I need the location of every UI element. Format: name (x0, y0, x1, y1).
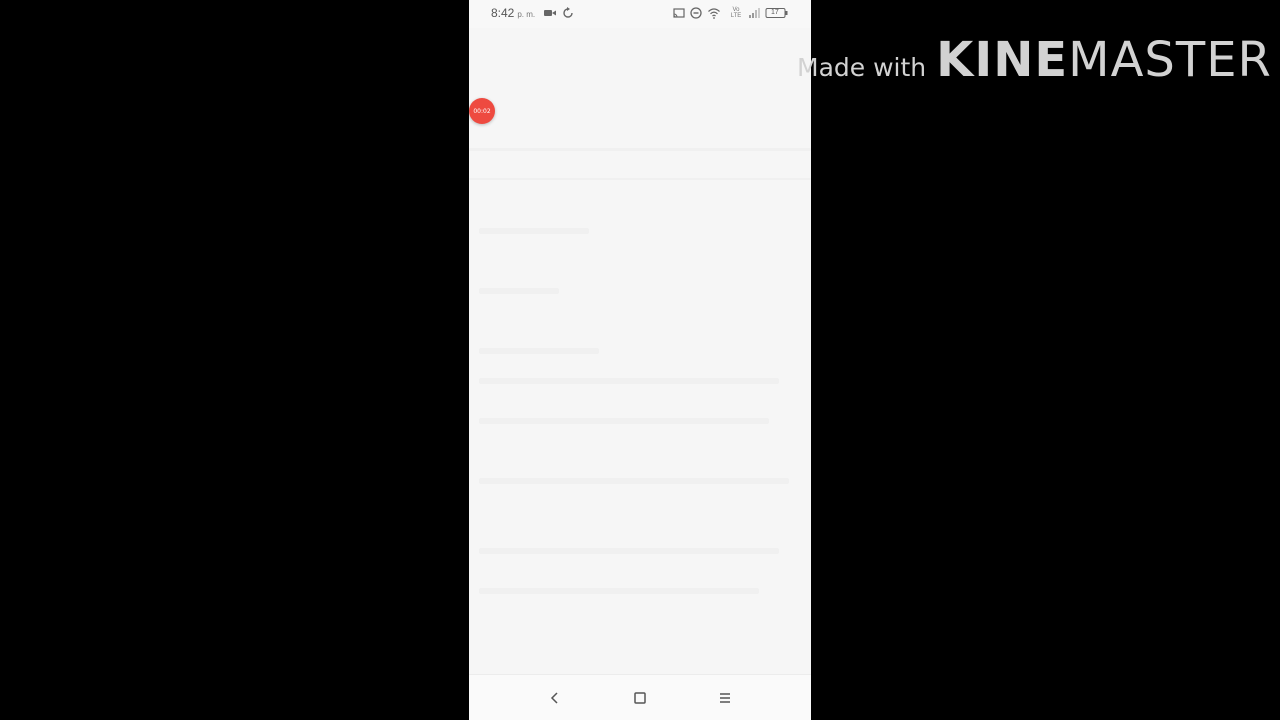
faint-text-line (479, 588, 759, 594)
video-camera-icon (543, 6, 557, 20)
volte-icon: Vo LTE (730, 7, 742, 19)
wifi-icon (707, 6, 721, 20)
status-ampm: p. m. (517, 10, 536, 19)
signal-icon (747, 6, 761, 20)
faint-text-line (479, 418, 769, 424)
phone-screen: 8:42 p. m. Vo LTE 17 00:02 (469, 0, 811, 720)
watermark-brand-bold: KINE (936, 32, 1069, 88)
faint-text-line (479, 548, 779, 554)
faint-text-line (479, 378, 779, 384)
video-frame: 8:42 p. m. Vo LTE 17 00:02 Made with KIN… (0, 0, 1280, 720)
kinemaster-watermark: Made with KINE MASTER (797, 28, 1272, 88)
faint-text-line (479, 348, 599, 354)
faint-text-line (479, 288, 559, 294)
navigation-bar (469, 674, 811, 720)
faint-text-line (479, 478, 789, 484)
faint-divider (469, 148, 811, 151)
menu-icon[interactable] (715, 688, 735, 708)
status-bar: 8:42 p. m. Vo LTE 17 (469, 0, 811, 28)
cast-icon (672, 6, 686, 20)
status-clock: 8:42 p. m. (491, 6, 535, 20)
battery-icon: 17 (765, 6, 789, 20)
battery-level: 17 (771, 9, 779, 16)
faint-divider (469, 178, 811, 180)
back-icon[interactable] (545, 688, 565, 708)
watermark-prefix: Made with (797, 53, 927, 82)
do-not-disturb-icon (689, 6, 703, 20)
screen-record-bubble[interactable]: 00:02 (469, 98, 495, 124)
sync-icon (561, 6, 575, 20)
watermark-brand-light: MASTER (1068, 32, 1272, 88)
faint-text-line (479, 228, 589, 234)
home-icon[interactable] (630, 688, 650, 708)
status-time: 8:42 (491, 6, 515, 20)
blank-content-area (469, 28, 811, 675)
